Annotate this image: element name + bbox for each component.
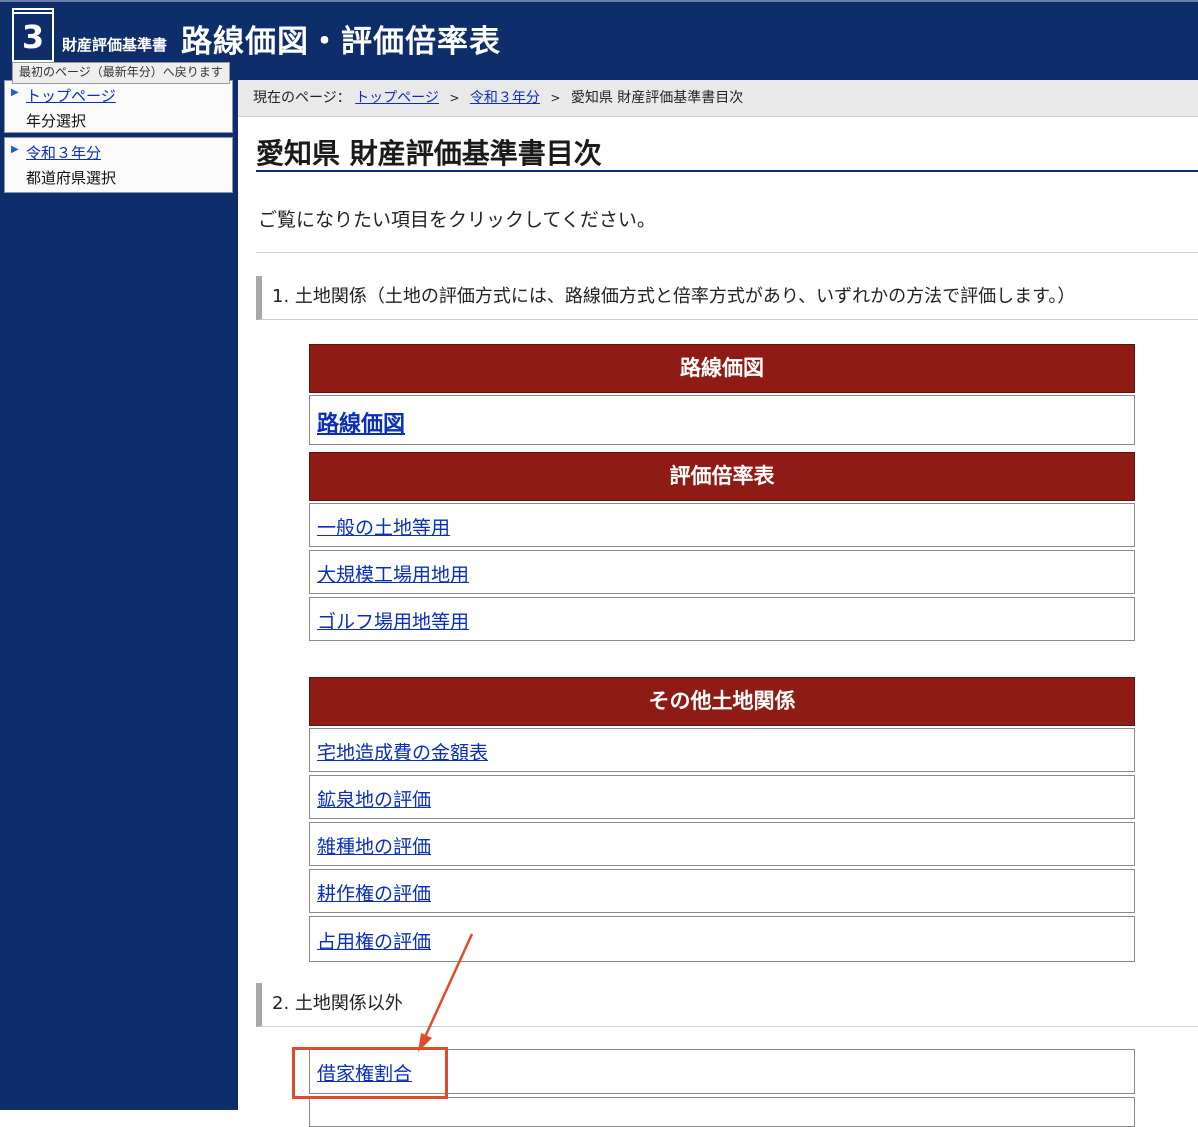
link-misc-land[interactable]: 雑種地の評価 xyxy=(317,832,431,859)
list-item xyxy=(309,1097,1135,1127)
link-rosenka-map[interactable]: 路線価図 xyxy=(317,406,405,438)
home-tooltip: 最初のページ（最新年分）へ戻ります xyxy=(12,62,230,84)
list-item: 宅地造成費の金額表 xyxy=(309,728,1135,772)
breadcrumb-separator: > xyxy=(550,91,561,105)
breadcrumb-current: 愛知県 財産評価基準書目次 xyxy=(570,90,744,106)
list-item: 路線価図 xyxy=(309,395,1135,445)
breadcrumb-separator: > xyxy=(449,91,460,105)
main-content: 現在のページ： トップページ > 令和３年分 > 愛知県 財産評価基準書目次 愛… xyxy=(238,80,1198,1127)
sidebar-link-top-page[interactable]: トップページ xyxy=(26,85,116,106)
list-item: 大規模工場用地用 xyxy=(309,550,1135,594)
logo-subtitle[interactable]: 財産評価基準書 xyxy=(62,34,167,55)
section-heading-land: 1. 土地関係（土地の評価方式には、路線価方式と倍率方式があり、いずれかの方法で… xyxy=(256,276,1198,320)
triangle-right-icon: ▶ xyxy=(11,144,19,155)
link-occupancy-right[interactable]: 占用権の評価 xyxy=(317,927,431,954)
sidebar-item-year: ▶ 令和３年分 都道府県選択 xyxy=(4,137,233,193)
list-item: ゴルフ場用地等用 xyxy=(309,597,1135,641)
link-land-development[interactable]: 宅地造成費の金額表 xyxy=(317,738,488,765)
link-tenancy-right[interactable]: 耕作権の評価 xyxy=(317,879,431,906)
breadcrumb-link-reiwa3[interactable]: 令和３年分 xyxy=(470,90,540,106)
link-mineral-spring[interactable]: 鉱泉地の評価 xyxy=(317,785,431,812)
link-large-factory[interactable]: 大規模工場用地用 xyxy=(317,560,469,587)
breadcrumb: 現在のページ： トップページ > 令和３年分 > 愛知県 財産評価基準書目次 xyxy=(238,80,1198,117)
divider xyxy=(256,252,1198,253)
sidebar-item-top: ▶ トップページ 年分選択 xyxy=(4,80,233,133)
page-title: 愛知県 財産評価基準書目次 xyxy=(256,132,1198,172)
section-heading-non-land: 2. 土地関係以外 xyxy=(256,983,1198,1027)
link-golf-course[interactable]: ゴルフ場用地等用 xyxy=(317,607,469,634)
list-item: 一般の土地等用 xyxy=(309,503,1135,547)
category-header-bairitsu: 評価倍率表 xyxy=(309,452,1135,501)
triangle-right-icon: ▶ xyxy=(11,87,19,98)
logo-book-icon[interactable]: 3 xyxy=(12,8,54,62)
sidebar-sub-prefecture-select: 都道府県選択 xyxy=(26,169,117,187)
list-item: 占用権の評価 xyxy=(309,916,1135,962)
sidebar: ▶ トップページ 年分選択 ▶ 令和３年分 都道府県選択 xyxy=(0,80,238,1110)
annotation-highlight-box xyxy=(292,1047,448,1099)
list-item: 雑種地の評価 xyxy=(309,822,1135,866)
logo-title[interactable]: 路線価図・評価倍率表 xyxy=(181,16,501,61)
sidebar-sub-year-select: 年分選択 xyxy=(26,112,87,130)
link-general-land[interactable]: 一般の土地等用 xyxy=(317,513,450,540)
list-item: 鉱泉地の評価 xyxy=(309,775,1135,819)
breadcrumb-link-top[interactable]: トップページ xyxy=(355,90,439,106)
list-item: 耕作権の評価 xyxy=(309,869,1135,913)
intro-text: ご覧になりたい項目をクリックしてください。 xyxy=(258,209,656,231)
breadcrumb-prefix: 現在のページ： xyxy=(253,90,351,106)
sidebar-link-reiwa3[interactable]: 令和３年分 xyxy=(26,142,101,163)
category-header-other: その他土地関係 xyxy=(309,677,1135,726)
category-header-rosenka: 路線価図 xyxy=(309,344,1135,393)
